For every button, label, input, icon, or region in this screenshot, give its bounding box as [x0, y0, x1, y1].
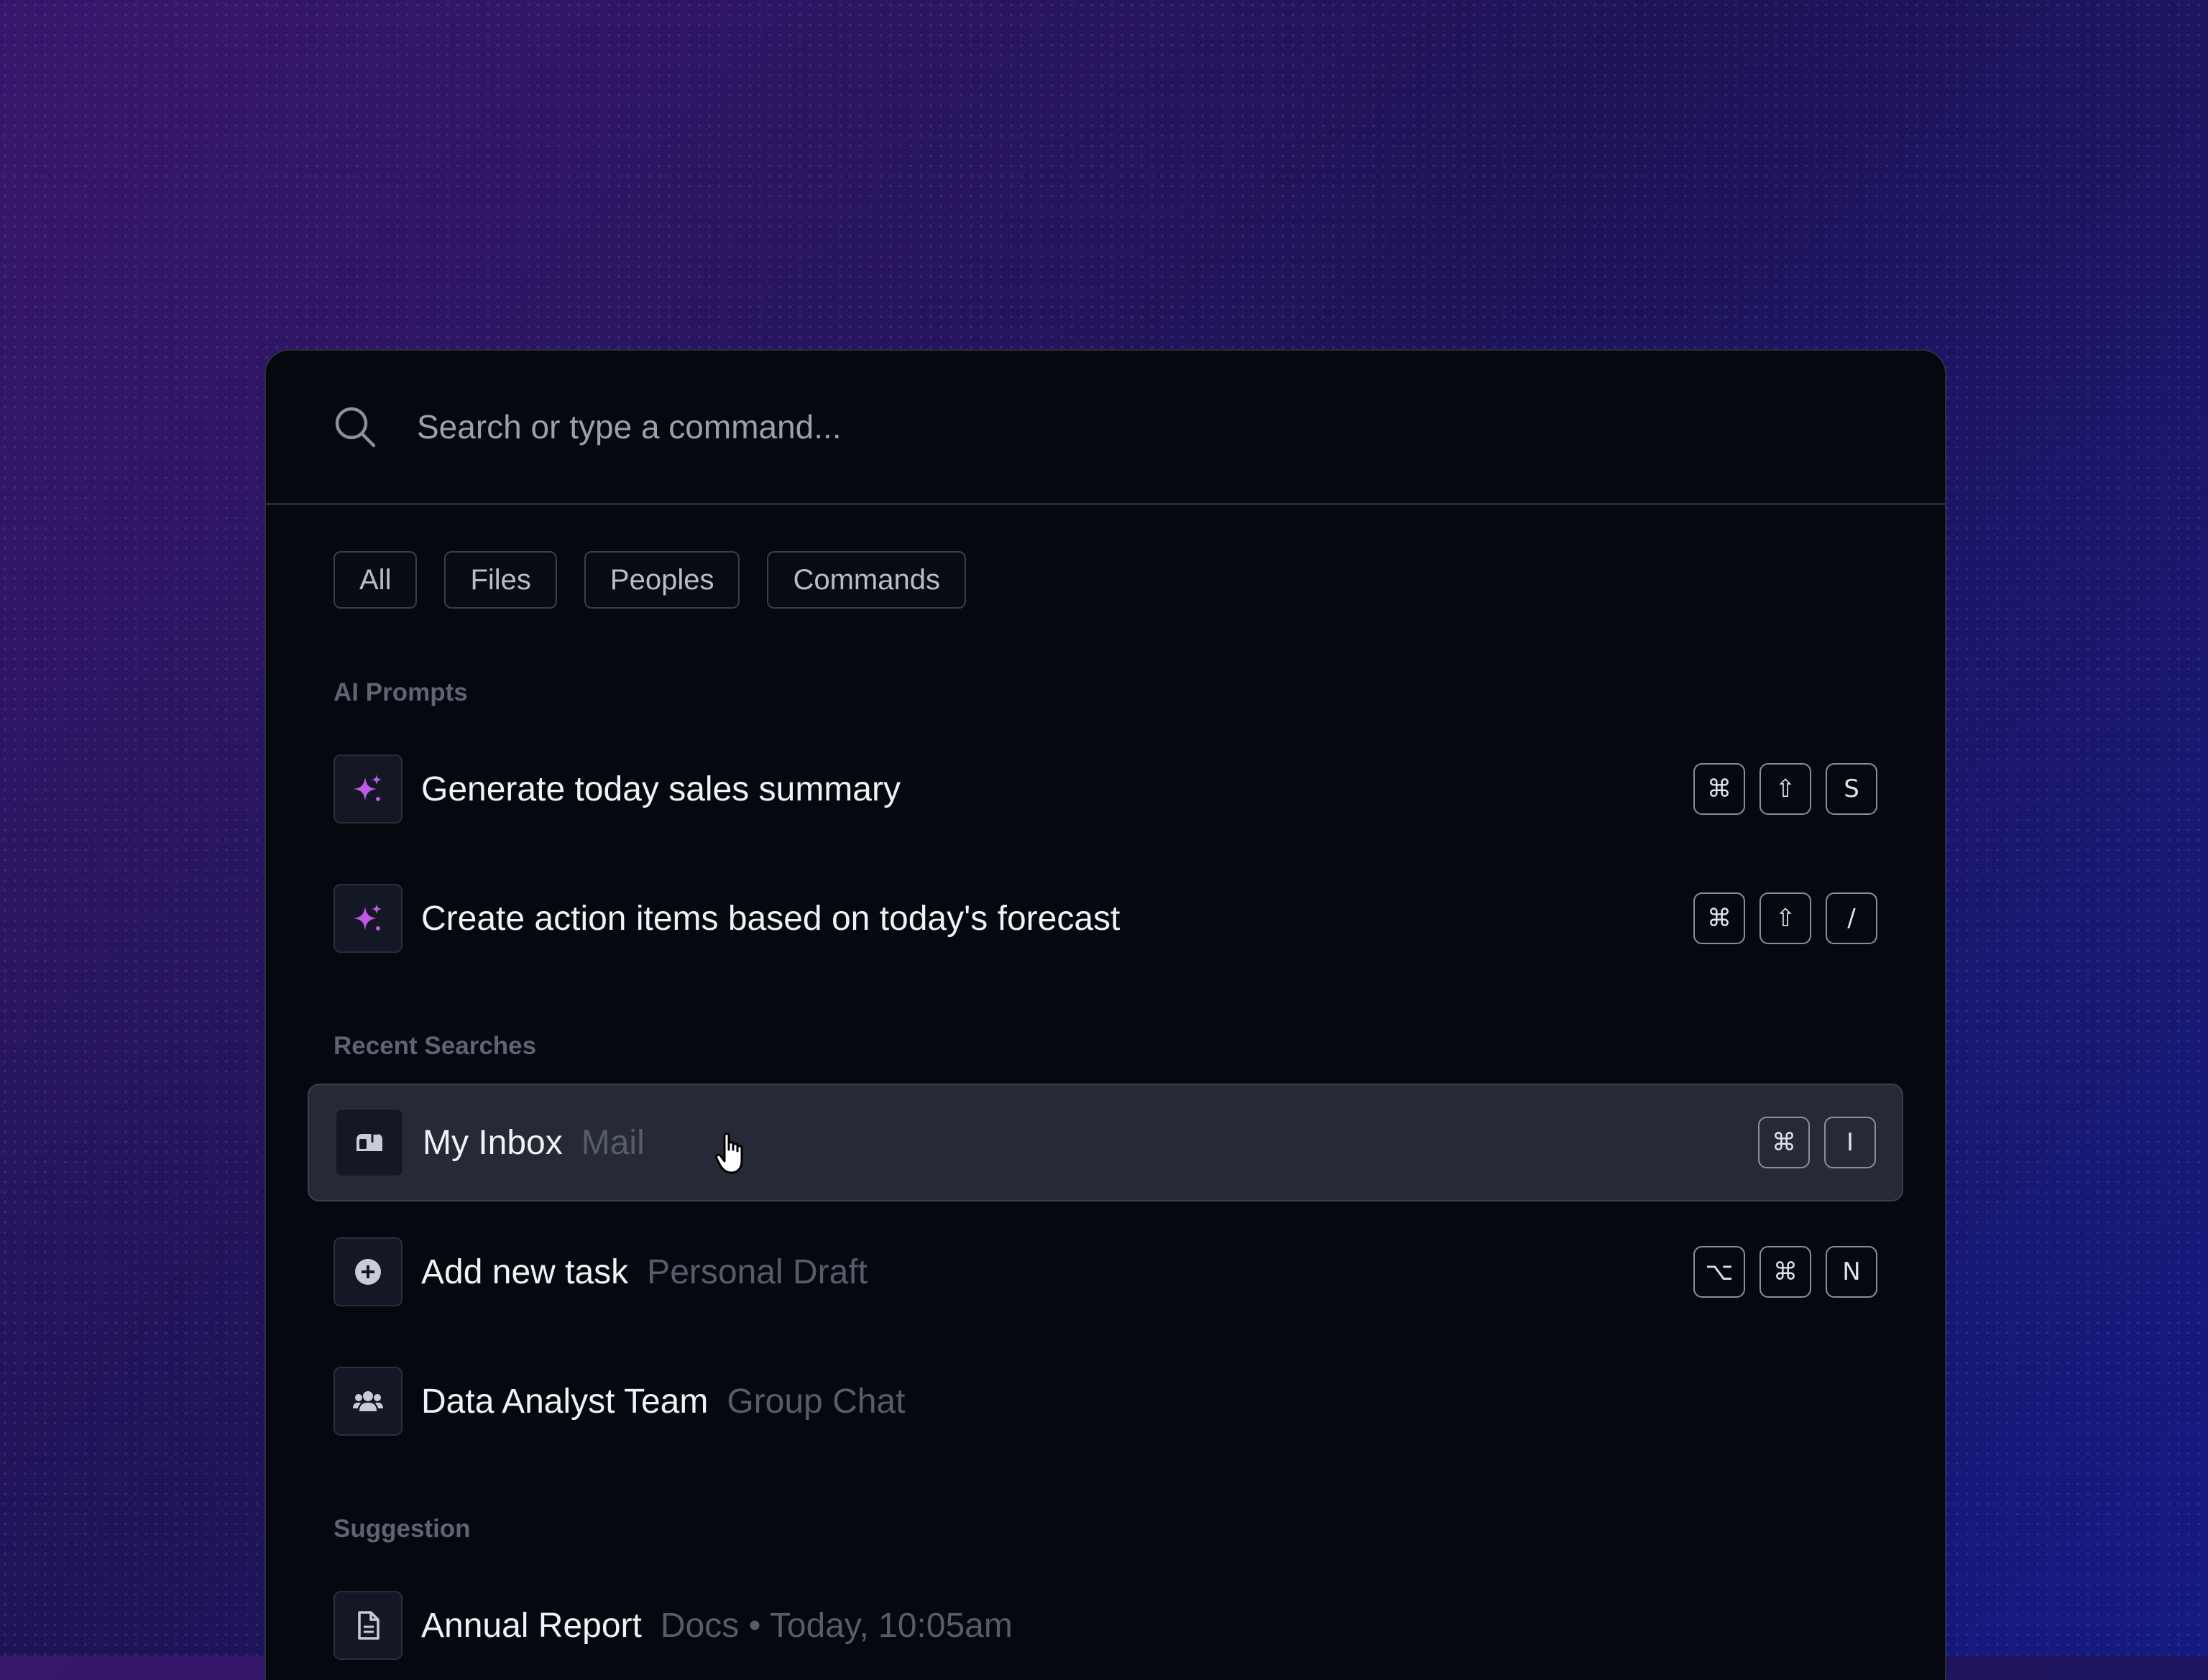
shift-key: ⇧: [1760, 892, 1811, 944]
filter-files[interactable]: Files: [444, 551, 557, 609]
ai-prompt-item[interactable]: Generate today sales summary ⌘ ⇧ S: [334, 754, 1877, 823]
recent-item-active[interactable]: My Inbox Mail ⌘ I: [308, 1084, 1903, 1201]
item-title: Annual Report: [421, 1606, 642, 1645]
item-subtitle: Docs • Today, 10:05am: [660, 1606, 1013, 1645]
command-key: ⌘: [1693, 892, 1745, 944]
recent-item[interactable]: Data Analyst Team Group Chat: [334, 1367, 1877, 1436]
document-icon: [334, 1591, 402, 1660]
search-icon: [335, 407, 376, 448]
section-label-ai-prompts: AI Prompts: [334, 678, 468, 706]
sparkle-icon: [334, 884, 402, 953]
sparkle-icon: [334, 754, 402, 823]
command-key: ⌘: [1760, 1246, 1811, 1298]
item-title: Data Analyst Team: [421, 1382, 709, 1421]
item-subtitle: Personal Draft: [647, 1252, 868, 1291]
item-title: My Inbox: [423, 1123, 563, 1162]
s-key: S: [1826, 763, 1877, 815]
command-key: ⌘: [1693, 763, 1745, 815]
suggestion-item[interactable]: Annual Report Docs • Today, 10:05am: [334, 1591, 1877, 1660]
mailbox-icon: [335, 1108, 404, 1177]
shortcut-keys: ⌘ I: [1758, 1117, 1876, 1168]
shortcut-keys: ⌘ ⇧ S: [1693, 763, 1877, 815]
section-label-suggestion: Suggestion: [334, 1515, 471, 1543]
slash-key: /: [1826, 892, 1877, 944]
i-key: I: [1824, 1117, 1876, 1168]
plus-circle-icon: [334, 1237, 402, 1306]
shift-key: ⇧: [1760, 763, 1811, 815]
item-title: Generate today sales summary: [421, 770, 901, 808]
item-subtitle: Group Chat: [727, 1382, 906, 1421]
filter-commands[interactable]: Commands: [767, 551, 966, 609]
group-icon: [334, 1367, 402, 1436]
item-subtitle: Mail: [581, 1123, 645, 1162]
item-title: Create action items based on today's for…: [421, 899, 1121, 938]
n-key: N: [1826, 1246, 1877, 1298]
command-key: ⌘: [1758, 1117, 1810, 1168]
filter-peoples[interactable]: Peoples: [584, 551, 740, 609]
search-input[interactable]: [415, 407, 1784, 447]
item-title: Add new task: [421, 1252, 629, 1291]
section-label-recent-searches: Recent Searches: [334, 1032, 537, 1060]
search-bar: [266, 351, 1945, 505]
shortcut-keys: ⌘ ⇧ /: [1693, 892, 1877, 944]
filter-bar: All Files Peoples Commands: [266, 505, 1945, 609]
pointer-hand-icon: [715, 1132, 743, 1174]
shortcut-keys: ⌥ ⌘ N: [1693, 1246, 1877, 1298]
option-key: ⌥: [1693, 1246, 1745, 1298]
filter-all[interactable]: All: [334, 551, 418, 609]
command-palette: All Files Peoples Commands AI Prompts Ge…: [264, 349, 1946, 1680]
recent-item[interactable]: Add new task Personal Draft ⌥ ⌘ N: [334, 1237, 1877, 1306]
ai-prompt-item[interactable]: Create action items based on today's for…: [334, 884, 1877, 953]
